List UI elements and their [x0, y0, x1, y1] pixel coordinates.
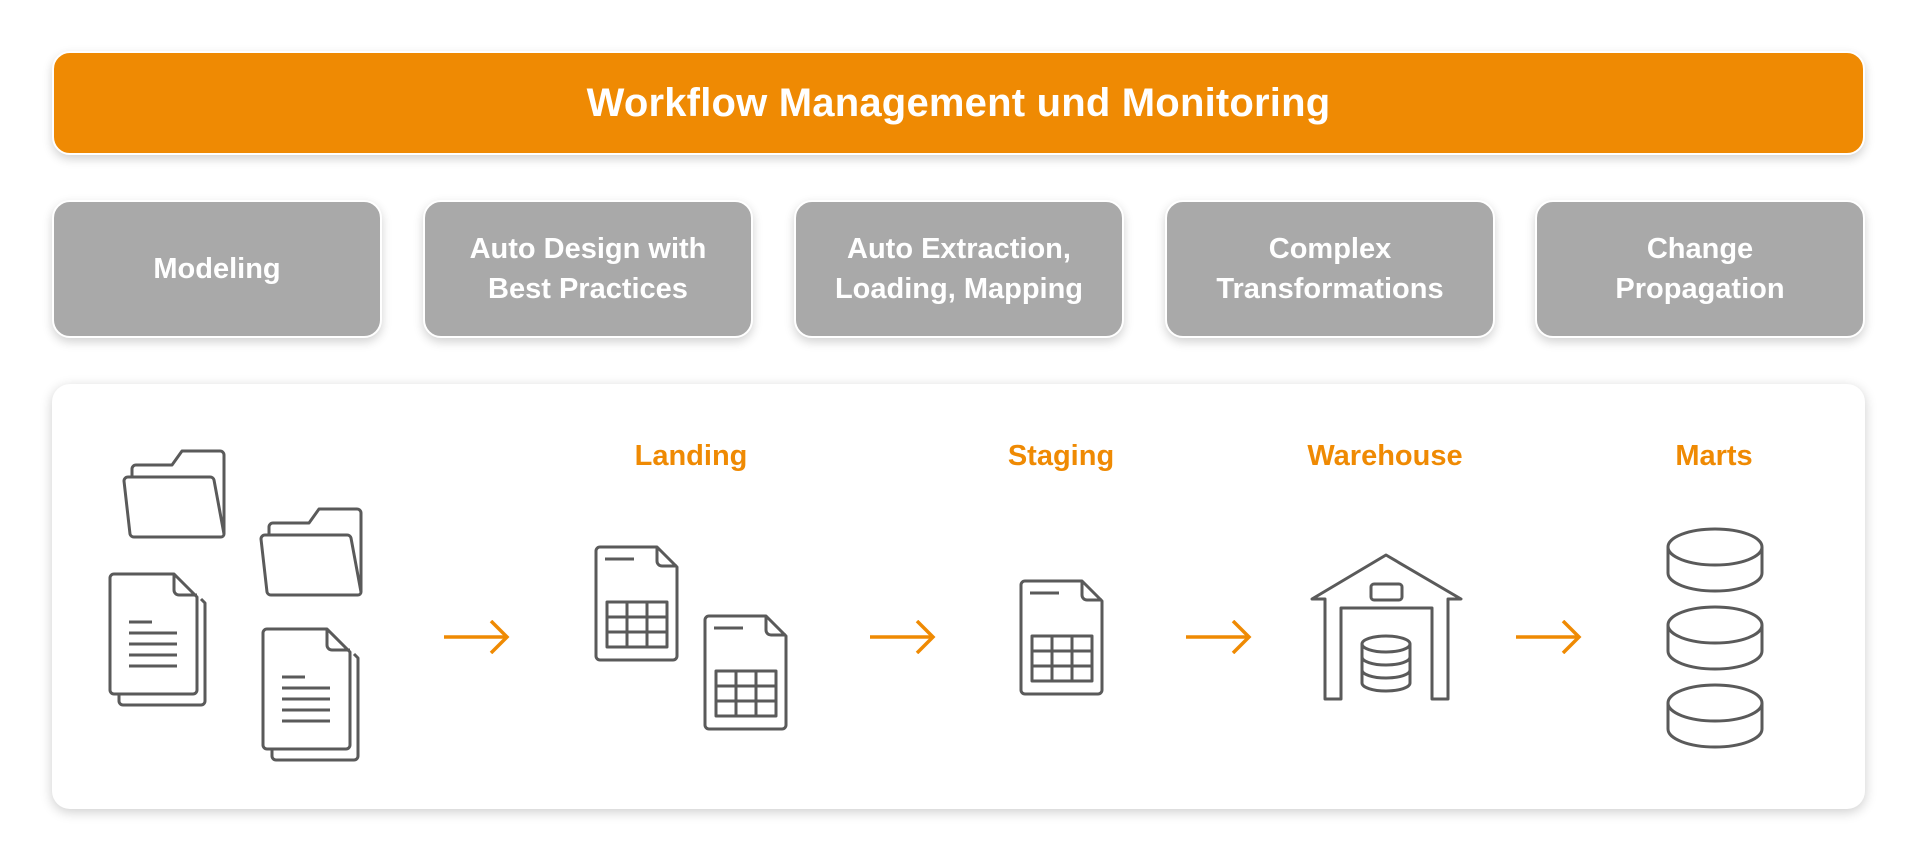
capability-modeling: Modeling [52, 200, 382, 338]
banner-title: Workflow Management und Monitoring [586, 80, 1331, 125]
capability-complex-transformations: Complex Transformations [1165, 200, 1495, 338]
stage-label-staging: Staging [1007, 440, 1115, 472]
capability-label: Change Propagation [1615, 233, 1785, 305]
stage-label-landing: Landing [634, 440, 748, 472]
capability-label: Auto Design with Best Practices [469, 233, 707, 305]
capability-change-propagation: Change Propagation [1535, 200, 1865, 338]
capability-label: Auto Extraction, Loading, Mapping [834, 233, 1084, 305]
arrow-right-icon [1516, 619, 1582, 659]
stage-label-warehouse: Warehouse [1307, 440, 1463, 472]
capability-auto-extraction: Auto Extraction, Loading, Mapping [794, 200, 1124, 338]
document-icon [108, 572, 207, 707]
folder-icon [120, 448, 226, 540]
stage-label-marts: Marts [1675, 440, 1753, 472]
workflow-banner: Workflow Management und Monitoring [52, 51, 1865, 155]
spreadsheet-icon [703, 614, 788, 731]
arrow-right-icon [1186, 619, 1252, 659]
spreadsheet-icon [1019, 579, 1104, 696]
database-icon [1666, 683, 1764, 749]
folder-icon [257, 506, 363, 598]
database-icon [1666, 527, 1764, 593]
capability-label: Complex Transformations [1216, 233, 1444, 305]
database-icon [1666, 605, 1764, 671]
capability-label: Modeling [153, 253, 281, 285]
arrow-right-icon [870, 619, 936, 659]
arrow-right-icon [444, 619, 510, 659]
warehouse-icon [1310, 553, 1463, 701]
capability-auto-design: Auto Design with Best Practices [423, 200, 753, 338]
document-icon [261, 627, 360, 762]
spreadsheet-icon [594, 545, 679, 662]
